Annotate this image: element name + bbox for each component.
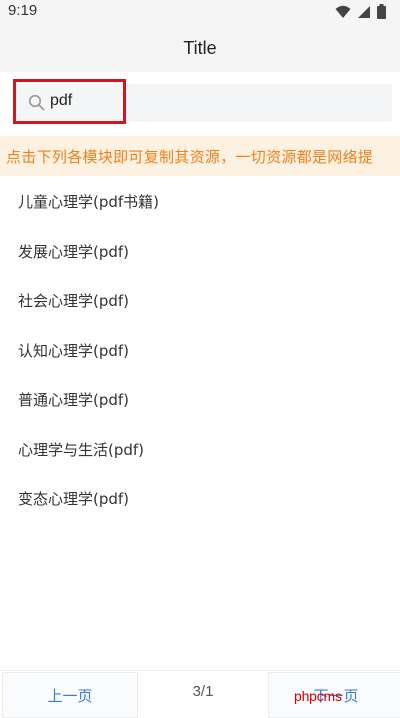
list-item[interactable]: 发展心理学(pdf)	[0, 228, 400, 278]
notice-text: 点击下列各模块即可复制其资源，一切资源都是网络提	[6, 148, 374, 166]
list-item[interactable]: 普通心理学(pdf)	[0, 376, 400, 426]
battery-icon	[377, 4, 386, 23]
list-item[interactable]: 变态心理学(pdf)	[0, 475, 400, 525]
prev-page-button[interactable]: 上一页	[2, 672, 138, 718]
list-item[interactable]: 认知心理学(pdf)	[0, 327, 400, 377]
notice-bar: 点击下列各模块即可复制其资源，一切资源都是网络提	[0, 136, 400, 176]
wifi-icon	[335, 4, 351, 23]
watermark: phpcms	[294, 688, 342, 704]
list-item[interactable]: 心理学与生活(pdf)	[0, 426, 400, 476]
resource-list: 儿童心理学(pdf书籍) 发展心理学(pdf) 社会心理学(pdf) 认知心理学…	[0, 178, 400, 525]
status-bar: 9:19	[0, 0, 400, 24]
title-bar: Title	[0, 24, 400, 72]
highlight-box	[13, 79, 126, 124]
page-title: Title	[183, 37, 217, 58]
cellular-signal-icon	[357, 4, 371, 23]
status-time: 9:19	[8, 2, 38, 19]
list-item[interactable]: 儿童心理学(pdf书籍)	[0, 178, 400, 228]
status-icons	[335, 4, 386, 23]
list-item[interactable]: 社会心理学(pdf)	[0, 277, 400, 327]
page-indicator: 3/1	[192, 683, 214, 700]
